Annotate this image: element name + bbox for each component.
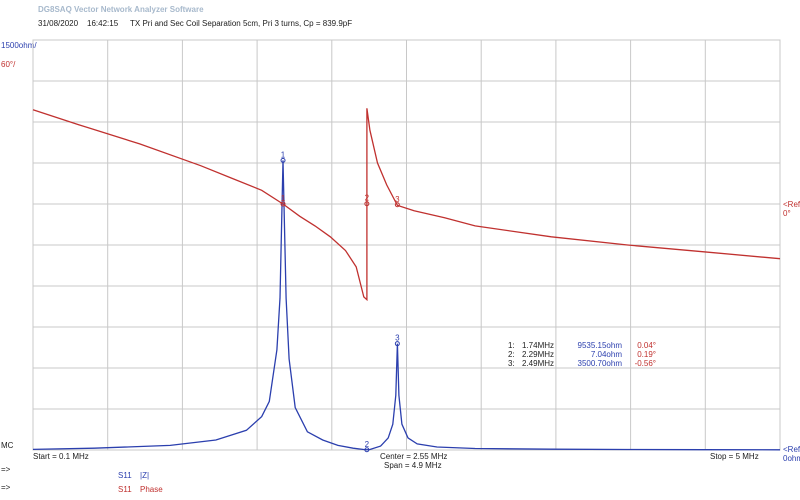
marker-phase: -0.56°: [634, 359, 656, 368]
marker-phase: 0.04°: [637, 341, 656, 350]
legend-trace-label: S11: [118, 485, 132, 494]
impedance-marker-label: 1: [281, 150, 286, 159]
legend-series-name: |Z|: [140, 471, 150, 480]
impedance-marker-label: 2: [365, 440, 370, 449]
marker-impedance: 9535.15ohm: [577, 341, 622, 350]
marker-frequency: 1.74MHz: [522, 341, 555, 350]
marker-id: 2:: [508, 350, 515, 359]
vna-plot: 1 1 2 2 3 3: [32, 39, 781, 453]
phase-marker-label: 3: [395, 195, 400, 204]
marker-impedance: 3500.70ohm: [577, 359, 622, 368]
marker-id: 1:: [508, 341, 515, 350]
marker-readout-row: 3: 2.49MHz 3500.70ohm -0.56°: [508, 359, 656, 368]
marker-impedance: 7.04ohm: [590, 350, 622, 359]
phase-marker-label: 1: [281, 194, 286, 203]
legend-series-name: Phase: [140, 485, 163, 494]
marker-id: 3:: [508, 359, 515, 368]
marker-frequency: 2.49MHz: [522, 359, 555, 368]
marker-readout-row: 2: 2.29MHz 7.04ohm 0.19°: [508, 350, 656, 359]
impedance-marker-label: 3: [395, 334, 400, 343]
legend-trace-label: S11: [118, 471, 132, 480]
legend-item-impedance[interactable]: S11 |Z|: [118, 471, 149, 480]
marker-frequency: 2.29MHz: [522, 350, 555, 359]
marker-readout-table: 1: 1.74MHz 9535.15ohm 0.04° 2: 2.29MHz 7.04ohm…: [508, 341, 656, 368]
phase-marker-label: 2: [365, 194, 370, 203]
marker-readout-row: 1: 1.74MHz 9535.15ohm 0.04°: [508, 341, 656, 350]
marker-phase: 0.19°: [637, 350, 656, 359]
legend-item-phase[interactable]: S11 Phase: [118, 485, 163, 494]
